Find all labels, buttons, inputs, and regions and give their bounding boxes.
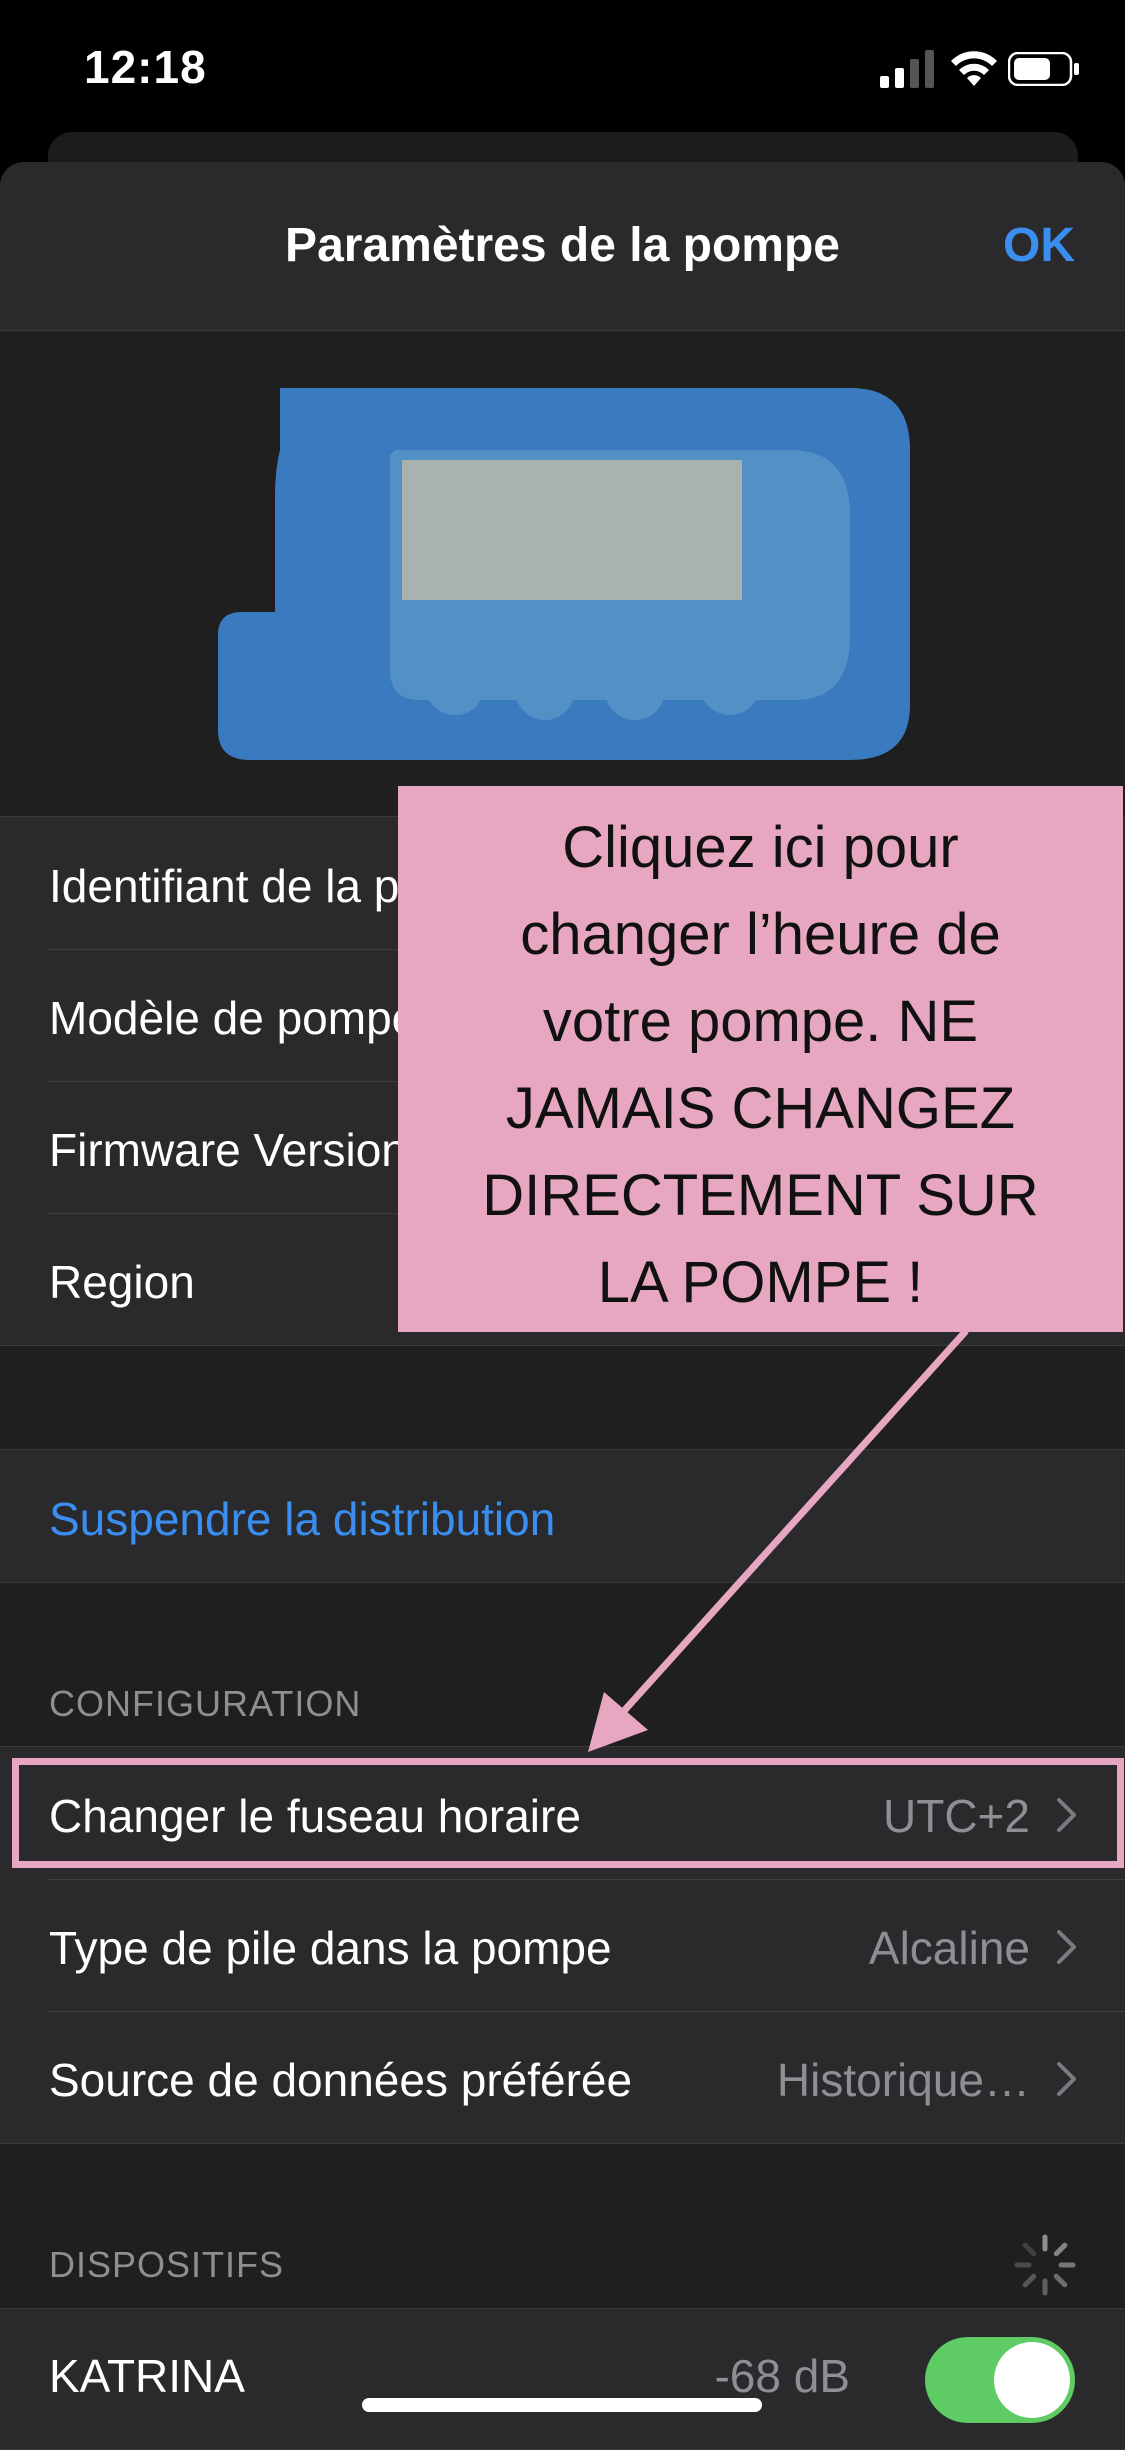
- device-name: KATRINA: [49, 2350, 245, 2402]
- status-time: 12:18: [84, 41, 207, 93]
- suspend-delivery-button[interactable]: Suspendre la distribution: [0, 1450, 1125, 1582]
- suspend-delivery-label: Suspendre la distribution: [49, 1493, 556, 1545]
- device-row: KATRINA -68 dB: [0, 2309, 1125, 2449]
- annotation-line: DIRECTEMENT SUR: [482, 1163, 1039, 1228]
- data-source-value: Historique…: [776, 2054, 1030, 2106]
- loading-spinner-icon: [1014, 2234, 1076, 2296]
- annotation-line: votre pompe. NE: [542, 989, 979, 1054]
- data-source-row[interactable]: Source de données préférée Historique…: [0, 2011, 1125, 2143]
- info-row-label: Firmware Version: [49, 1124, 407, 1176]
- suspend-group: Suspendre la distribution: [0, 1449, 1125, 1583]
- configuration-header: CONFIGURATION: [49, 1683, 362, 1724]
- annotation-line: JAMAIS CHANGEZ: [505, 1076, 1016, 1141]
- pump-illustration: [218, 388, 910, 760]
- annotation-highlight-box: [12, 1758, 1124, 1868]
- navigation-bar: Paramètres de la pompe OK: [0, 162, 1125, 331]
- battery-icon: [1008, 52, 1079, 86]
- devices-header: DISPOSITIFS: [49, 2244, 285, 2285]
- annotation-callout: Cliquez ici pour changer l’heure de votr…: [398, 786, 1123, 1332]
- chevron-right-icon: [1057, 2062, 1076, 2096]
- battery-type-label: Type de pile dans la pompe: [49, 1922, 612, 1974]
- chevron-right-icon: [1057, 1930, 1076, 1964]
- annotation-line: LA POMPE !: [597, 1250, 924, 1315]
- battery-type-value: Alcaline: [868, 1922, 1030, 1974]
- status-bar: 12:18: [0, 0, 1125, 140]
- info-row-label: Region: [49, 1256, 195, 1308]
- annotation-text: Cliquez ici pour changer l’heure de votr…: [398, 804, 1123, 1326]
- cellular-signal-icon: [880, 50, 934, 88]
- annotation-line: changer l’heure de: [520, 902, 1001, 967]
- done-button[interactable]: OK: [1003, 218, 1075, 273]
- device-connect-toggle[interactable]: [925, 2337, 1075, 2423]
- annotation-line: Cliquez ici pour: [562, 815, 959, 880]
- toggle-knob: [994, 2342, 1070, 2418]
- battery-type-row[interactable]: Type de pile dans la pompe Alcaline: [0, 1879, 1125, 2011]
- data-source-label: Source de données préférée: [49, 2054, 633, 2106]
- info-row-label: Modèle de pompe: [49, 992, 418, 1044]
- home-indicator[interactable]: [362, 2398, 762, 2412]
- device-signal-strength: -68 dB: [714, 2350, 850, 2402]
- page-title: Paramètres de la pompe: [285, 219, 840, 272]
- devices-group: KATRINA -68 dB: [0, 2308, 1125, 2450]
- wifi-icon: [951, 51, 997, 86]
